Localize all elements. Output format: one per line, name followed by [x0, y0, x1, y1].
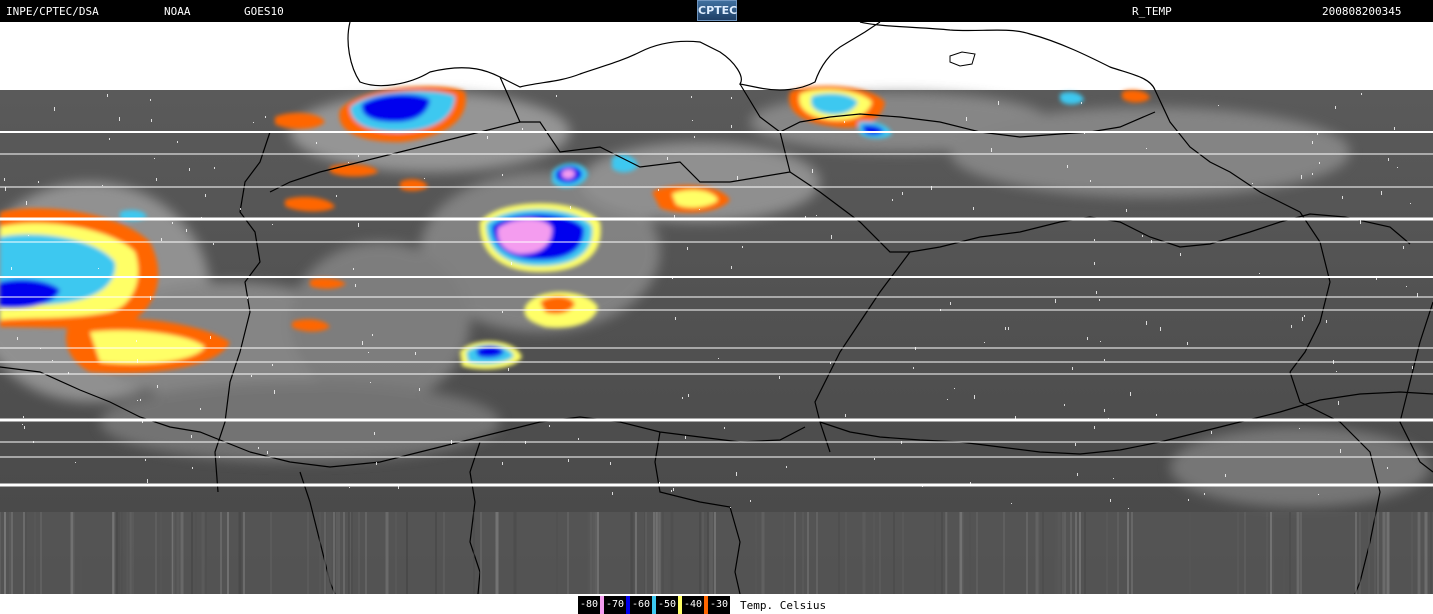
- datetime-label: 200808200345: [1322, 5, 1402, 18]
- legend-label-6: -30: [708, 596, 731, 614]
- header-bar: INPE/CPTEC/DSA NOAA GOES10 CPTEC R_TEMP …: [0, 0, 1433, 22]
- legend-label-4: -50: [656, 596, 679, 614]
- temperature-legend: -80 -70 -60 -50 -40 -30 Temp. Celsius: [578, 596, 827, 614]
- satellite-label: GOES10: [244, 5, 284, 18]
- legend-swatch-4: -50: [656, 596, 684, 614]
- legend-swatch-2: -70: [604, 596, 632, 614]
- legend-swatch-5: -40: [682, 596, 710, 614]
- agency-label: NOAA: [164, 5, 191, 18]
- legend-label-2: -70: [604, 596, 627, 614]
- legend-swatch-1: -80: [578, 596, 606, 614]
- noise-band: [0, 512, 1433, 594]
- product-label: R_TEMP: [1132, 5, 1172, 18]
- legend-unit: Temp. Celsius: [740, 598, 827, 612]
- legend-label-3: -60: [630, 596, 653, 614]
- cptec-logo: CPTEC: [697, 0, 737, 21]
- legend-swatch-6: -30: [708, 596, 736, 614]
- no-data-area: [0, 22, 1433, 90]
- legend-label-1: -80: [578, 596, 601, 614]
- satellite-map: [0, 22, 1433, 594]
- source-label: INPE/CPTEC/DSA: [6, 5, 99, 18]
- legend-label-5: -40: [682, 596, 705, 614]
- legend-swatch-3: -60: [630, 596, 658, 614]
